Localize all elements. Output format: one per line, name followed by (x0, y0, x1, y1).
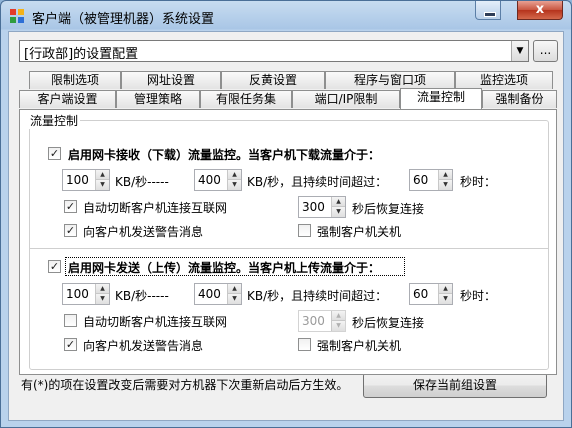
download-min-value: 100 (66, 173, 89, 187)
upload-restore-spinner[interactable]: 300 ▲ ▼ (298, 310, 346, 332)
app-icon (10, 9, 24, 23)
spin-up-icon[interactable]: ▲ (228, 170, 241, 180)
tab-client-settings[interactable]: 客户端设置 (19, 90, 116, 108)
download-max-spinner[interactable]: 400 ▲ ▼ (194, 169, 242, 191)
download-duration-value: 60 (413, 173, 429, 187)
upload-monitor-checkbox[interactable]: ✓ (48, 260, 61, 273)
tab-program-window[interactable]: 程序与窗口项 (325, 71, 455, 89)
config-select[interactable]: [行政部]的设置配置 ▼ (19, 40, 529, 62)
upload-min-spinner[interactable]: 100 ▲ ▼ (62, 283, 110, 305)
spin-up-icon[interactable]: ▲ (439, 284, 452, 294)
spin-down-icon[interactable]: ▼ (96, 180, 109, 190)
spin-up-icon[interactable]: ▲ (228, 284, 241, 294)
download-duration-label: KB/秒，且持续时间超过： (247, 175, 388, 189)
title-bar[interactable]: 客户端（被管理机器）系统设置 x (1, 1, 571, 31)
section-divider (30, 248, 548, 249)
spin-down-icon[interactable]: ▼ (96, 294, 109, 304)
download-monitor-checkbox[interactable]: ✓ (48, 147, 61, 160)
tab-anti-porn[interactable]: 反黄设置 (221, 71, 325, 89)
tab-restrict-options[interactable]: 限制选项 (29, 71, 121, 89)
download-auto-cut-checkbox[interactable]: ✓ (64, 200, 77, 213)
download-auto-cut-label: 自动切断客户机连接互联网 (83, 201, 228, 215)
download-monitor-label: 启用网卡接收（下载）流量监控。当客户机下载流量介于： (68, 148, 381, 162)
download-restore-label: 秒后恢复连接 (352, 202, 425, 216)
upload-restore-value: 300 (302, 314, 325, 328)
download-min-spinner[interactable]: 100 ▲ ▼ (62, 169, 110, 191)
upload-shutdown-label: 强制客户机关机 (317, 339, 402, 353)
tab-management-policy[interactable]: 管理策略 (116, 90, 200, 108)
minimize-icon (484, 12, 496, 17)
close-button[interactable]: x (517, 1, 563, 20)
spin-up-icon[interactable]: ▲ (332, 311, 345, 321)
upload-restore-label: 秒后恢复连接 (352, 316, 425, 330)
download-warn-label: 向客户机发送警告消息 (83, 225, 204, 239)
upload-warn-label: 向客户机发送警告消息 (83, 339, 204, 353)
config-select-value: [行政部]的设置配置 (24, 47, 139, 62)
window-title: 客户端（被管理机器）系统设置 (32, 12, 215, 27)
tab-port-ip-restrict[interactable]: 端口/IP限制 (292, 90, 400, 108)
upload-max-value: 400 (198, 287, 221, 301)
download-seconds-label: 秒时： (460, 175, 497, 189)
download-max-value: 400 (198, 173, 221, 187)
close-icon: x (535, 2, 545, 17)
download-restore-value: 300 (302, 200, 325, 214)
upload-auto-cut-label: 自动切断客户机连接互联网 (83, 315, 228, 329)
spin-down-icon[interactable]: ▼ (332, 321, 345, 331)
upload-monitor-label: 启用网卡发送（上传）流量监控。当客户机上传流量介于： (68, 261, 381, 275)
minimize-button[interactable] (475, 1, 501, 20)
upload-auto-cut-checkbox[interactable] (64, 314, 77, 327)
spin-up-icon[interactable]: ▲ (96, 170, 109, 180)
download-shutdown-label: 强制客户机关机 (317, 225, 402, 239)
download-shutdown-checkbox[interactable] (298, 224, 311, 237)
save-group-settings-button[interactable]: 保存当前组设置 (363, 373, 547, 398)
download-unit-label: KB/秒----- (115, 175, 169, 189)
browse-config-button[interactable]: ... (533, 40, 558, 62)
download-duration-spinner[interactable]: 60 ▲ ▼ (409, 169, 453, 191)
traffic-control-panel: 流量控制 ✓ 启用网卡接收（下载）流量监控。当客户机下载流量介于： 100 ▲ ▼… (19, 109, 557, 375)
tab-monitor-options[interactable]: 监控选项 (455, 71, 553, 89)
group-title: 流量控制 (28, 112, 81, 129)
upload-duration-value: 60 (413, 287, 429, 301)
spin-down-icon[interactable]: ▼ (228, 294, 241, 304)
tab-forced-backup[interactable]: 强制备份 (482, 90, 557, 108)
client-area: [行政部]的设置配置 ▼ ... 限制选项 网址设置 反黄设置 程序与窗口项 监… (8, 31, 564, 421)
upload-max-spinner[interactable]: 400 ▲ ▼ (194, 283, 242, 305)
spin-down-icon[interactable]: ▼ (439, 180, 452, 190)
tab-limited-tasks[interactable]: 有限任务集 (200, 90, 292, 108)
upload-warn-checkbox[interactable]: ✓ (64, 338, 77, 351)
spin-down-icon[interactable]: ▼ (332, 207, 345, 217)
download-warn-checkbox[interactable]: ✓ (64, 224, 77, 237)
spin-down-icon[interactable]: ▼ (228, 180, 241, 190)
spin-down-icon[interactable]: ▼ (439, 294, 452, 304)
tab-url-settings[interactable]: 网址设置 (121, 71, 221, 89)
download-restore-spinner[interactable]: 300 ▲ ▼ (298, 196, 346, 218)
spin-up-icon[interactable]: ▲ (332, 197, 345, 207)
chevron-down-icon[interactable]: ▼ (511, 41, 528, 61)
tab-traffic-control[interactable]: 流量控制 (400, 88, 482, 109)
upload-min-value: 100 (66, 287, 89, 301)
spin-up-icon[interactable]: ▲ (96, 284, 109, 294)
settings-window: 客户端（被管理机器）系统设置 x [行政部]的设置配置 ▼ ... 限制选项 网… (0, 0, 572, 428)
upload-duration-spinner[interactable]: 60 ▲ ▼ (409, 283, 453, 305)
upload-unit-label: KB/秒----- (115, 289, 169, 303)
upload-shutdown-checkbox[interactable] (298, 338, 311, 351)
upload-duration-label: KB/秒，且持续时间超过： (247, 289, 388, 303)
restart-note: 有(*)的项在设置改变后需要对方机器下次重新启动后方生效。 (21, 378, 349, 392)
spin-up-icon[interactable]: ▲ (439, 170, 452, 180)
upload-seconds-label: 秒时： (460, 289, 497, 303)
